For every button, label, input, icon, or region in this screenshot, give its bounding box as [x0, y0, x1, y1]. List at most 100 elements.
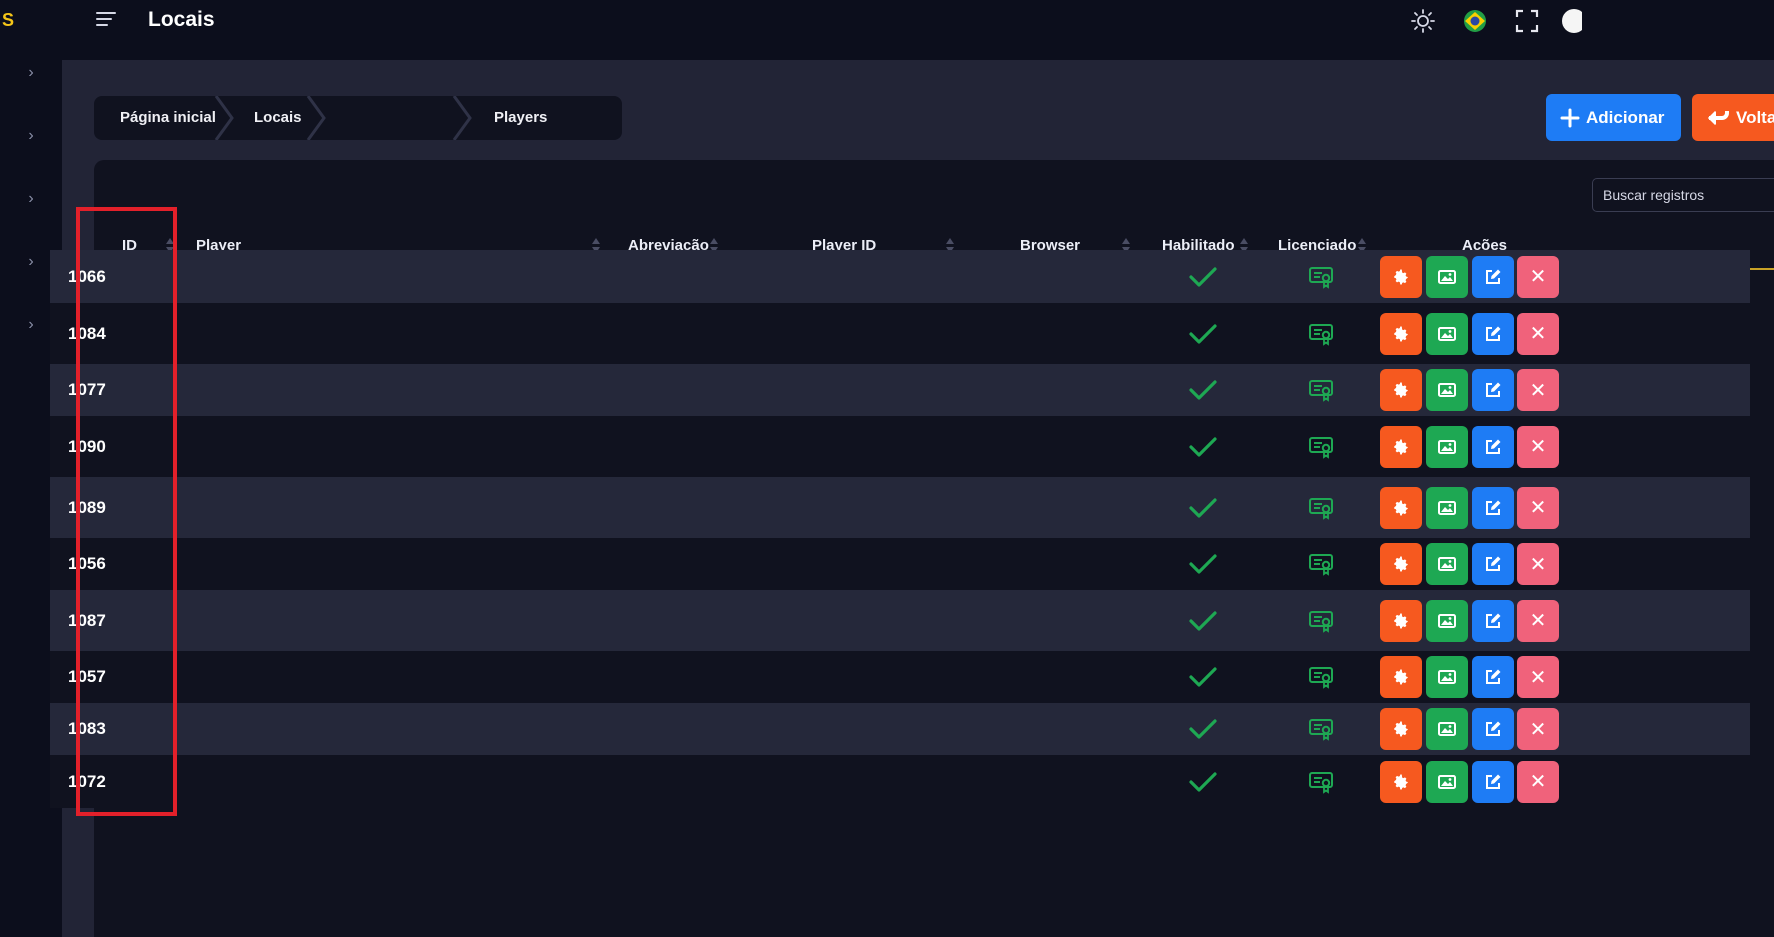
app-window: S › › › › › Locais Página inicial Locais	[0, 0, 1774, 937]
delete-button[interactable]: ✕	[1517, 543, 1559, 585]
table-row[interactable]: 1089 ✕	[50, 477, 1750, 538]
search-input[interactable]	[1592, 178, 1774, 212]
brazil-flag-icon[interactable]	[1462, 8, 1488, 34]
breadcrumb-locais[interactable]: Locais	[254, 96, 302, 140]
delete-button[interactable]: ✕	[1517, 486, 1559, 529]
add-button-label: Adicionar	[1586, 107, 1665, 127]
license-certificate-icon[interactable]	[1308, 378, 1334, 402]
settings-button[interactable]	[1380, 486, 1422, 529]
enabled-check-icon	[1188, 665, 1218, 689]
enabled-check-icon	[1188, 552, 1218, 576]
license-certificate-icon[interactable]	[1308, 322, 1334, 346]
edit-button[interactable]	[1472, 425, 1514, 468]
sidebar-expand-1-chevron-right-icon[interactable]: ›	[24, 65, 38, 81]
enabled-check-icon	[1188, 496, 1218, 520]
cell-id: 1072	[68, 771, 106, 791]
settings-button[interactable]	[1380, 760, 1422, 803]
delete-button[interactable]: ✕	[1517, 708, 1559, 750]
cell-id: 1089	[68, 497, 106, 517]
edit-button[interactable]	[1472, 599, 1514, 642]
fullscreen-icon[interactable]	[1514, 8, 1540, 34]
table-row[interactable]: 1072 ✕	[50, 755, 1750, 808]
images-button[interactable]	[1426, 599, 1468, 642]
menu-toggle-icon[interactable]	[96, 12, 116, 30]
sun-icon[interactable]	[1410, 8, 1436, 34]
cell-id: 1083	[68, 719, 106, 738]
breadcrumb-separator-icon	[214, 96, 234, 140]
table-row[interactable]: 1084 ✕	[50, 303, 1750, 364]
license-certificate-icon[interactable]	[1308, 717, 1334, 741]
license-certificate-icon[interactable]	[1308, 665, 1334, 689]
edit-button[interactable]	[1472, 255, 1514, 298]
settings-button[interactable]	[1380, 656, 1422, 698]
license-certificate-icon[interactable]	[1308, 496, 1334, 520]
breadcrumb-players: Players	[494, 109, 548, 126]
edit-button[interactable]	[1472, 708, 1514, 750]
table-row[interactable]: 1087 ✕	[50, 590, 1750, 651]
enabled-check-icon	[1188, 609, 1218, 633]
breadcrumb-separator-icon	[452, 96, 472, 140]
images-button[interactable]	[1426, 543, 1468, 585]
enabled-check-icon	[1188, 322, 1218, 346]
brand-logo[interactable]: S	[2, 10, 14, 31]
cell-id: 1057	[68, 667, 106, 686]
edit-button[interactable]	[1472, 486, 1514, 529]
table-row[interactable]: 1056 ✕	[50, 538, 1750, 590]
delete-button[interactable]: ✕	[1517, 760, 1559, 803]
cell-id: 1066	[68, 266, 106, 286]
license-certificate-icon[interactable]	[1308, 265, 1334, 289]
license-certificate-icon[interactable]	[1308, 435, 1334, 459]
table-row[interactable]: 1083 ✕	[50, 703, 1750, 755]
sidebar-expand-2-chevron-right-icon[interactable]: ›	[24, 128, 38, 144]
table-row[interactable]: 1057 ✕	[50, 651, 1750, 703]
sidebar-expand-5-chevron-right-icon[interactable]: ›	[24, 317, 38, 333]
settings-button[interactable]	[1380, 425, 1422, 468]
delete-button[interactable]: ✕	[1517, 369, 1559, 411]
settings-button[interactable]	[1380, 599, 1422, 642]
images-button[interactable]	[1426, 255, 1468, 298]
edit-button[interactable]	[1472, 656, 1514, 698]
delete-button[interactable]: ✕	[1517, 599, 1559, 642]
delete-button[interactable]: ✕	[1517, 656, 1559, 698]
images-button[interactable]	[1426, 656, 1468, 698]
images-button[interactable]	[1426, 312, 1468, 355]
enabled-check-icon	[1188, 717, 1218, 741]
plus-icon	[1560, 108, 1580, 127]
add-button[interactable]: Adicionar	[1546, 94, 1681, 141]
settings-button[interactable]	[1380, 708, 1422, 750]
settings-button[interactable]	[1380, 369, 1422, 411]
cell-id: 1084	[68, 323, 106, 343]
table-row[interactable]: 1077 ✕	[50, 364, 1750, 416]
edit-button[interactable]	[1472, 369, 1514, 411]
edit-button[interactable]	[1472, 543, 1514, 585]
settings-button[interactable]	[1380, 312, 1422, 355]
breadcrumb: Página inicial Locais Players	[94, 96, 622, 140]
sidebar-expand-4-chevron-right-icon[interactable]: ›	[24, 254, 38, 270]
topbar: Locais	[62, 0, 1774, 60]
breadcrumb-home[interactable]: Página inicial	[120, 96, 216, 140]
table-row[interactable]: 1090 ✕	[50, 416, 1750, 477]
enabled-check-icon	[1188, 770, 1218, 794]
delete-button[interactable]: ✕	[1517, 425, 1559, 468]
sidebar-expand-3-chevron-right-icon[interactable]: ›	[24, 191, 38, 207]
settings-button[interactable]	[1380, 255, 1422, 298]
images-button[interactable]	[1426, 486, 1468, 529]
license-certificate-icon[interactable]	[1308, 770, 1334, 794]
delete-button[interactable]: ✕	[1517, 255, 1559, 298]
license-certificate-icon[interactable]	[1308, 609, 1334, 633]
images-button[interactable]	[1426, 425, 1468, 468]
settings-button[interactable]	[1380, 543, 1422, 585]
images-button[interactable]	[1426, 708, 1468, 750]
page-title: Locais	[148, 8, 215, 31]
avatar[interactable]	[1556, 8, 1586, 34]
license-certificate-icon[interactable]	[1308, 552, 1334, 576]
edit-button[interactable]	[1472, 312, 1514, 355]
return-arrow-icon	[1708, 110, 1729, 125]
images-button[interactable]	[1426, 369, 1468, 411]
edit-button[interactable]	[1472, 760, 1514, 803]
images-button[interactable]	[1426, 760, 1468, 803]
delete-button[interactable]: ✕	[1517, 312, 1559, 355]
table-row[interactable]: 1066 ✕	[50, 250, 1750, 303]
back-button[interactable]: Volta	[1692, 94, 1774, 141]
enabled-check-icon	[1188, 378, 1218, 402]
